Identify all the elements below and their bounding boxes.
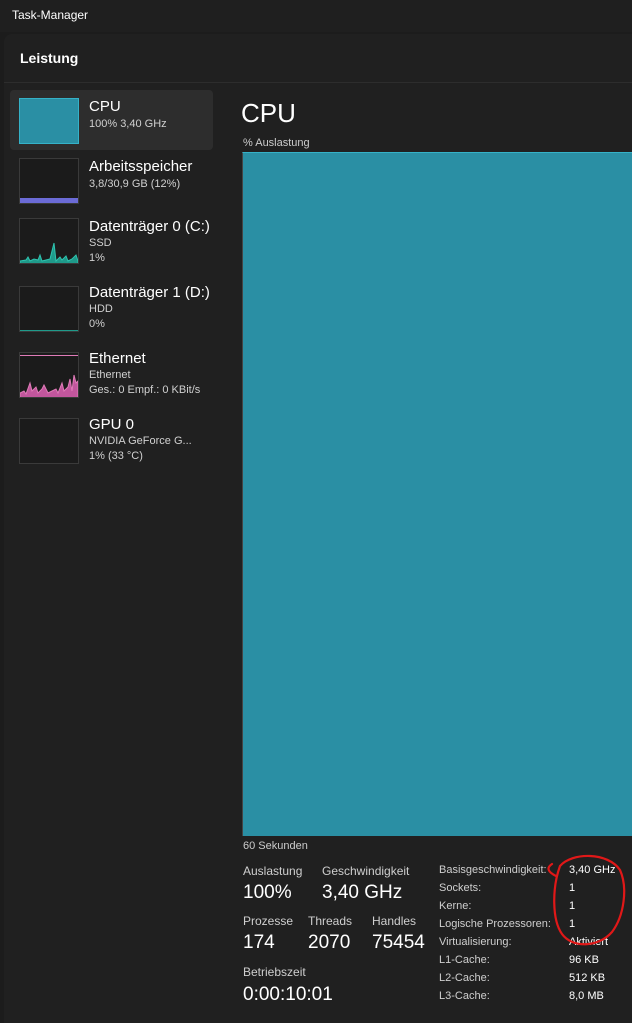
- spec-value-virtualization: Aktiviert: [569, 936, 609, 948]
- sidebar-item-title: Ethernet: [89, 350, 146, 367]
- sidebar-item-disk-1[interactable]: Datenträger 1 (D:) HDD 0%: [10, 280, 213, 344]
- spec-label-virtualization: Virtualisierung:: [439, 936, 512, 948]
- sidebar-item-ethernet[interactable]: Ethernet Ethernet Ges.: 0 Empf.: 0 KBit/…: [10, 346, 213, 410]
- disk-0-thumbnail-graph: [19, 218, 79, 264]
- spec-label-cores: Kerne:: [439, 900, 472, 912]
- window-title: Task-Manager: [12, 8, 89, 22]
- sidebar-item-type: Ethernet: [89, 369, 131, 381]
- sidebar-item-title: Datenträger 1 (D:): [89, 284, 210, 301]
- title-bar: Task-Manager: [0, 0, 632, 32]
- spec-value-l3-cache: 8,0 MB: [569, 990, 604, 1002]
- gpu-thumbnail-graph: [19, 418, 79, 464]
- sidebar-item-detail: 3,8/30,9 GB (12%): [89, 178, 181, 190]
- sidebar-item-memory[interactable]: Arbeitsspeicher 3,8/30,9 GB (12%): [10, 152, 213, 212]
- speed-value: 3,40 GHz: [322, 882, 403, 903]
- graph-y-label: % Auslastung: [243, 137, 310, 149]
- handles-value: 75454: [372, 932, 425, 953]
- processes-label: Prozesse: [243, 914, 294, 928]
- cpu-thumbnail-graph: [19, 98, 79, 144]
- sidebar-item-detail: 100% 3,40 GHz: [89, 118, 167, 130]
- sidebar-item-type: NVIDIA GeForce G...: [89, 435, 192, 447]
- sidebar-item-detail: 1% (33 °C): [89, 450, 143, 462]
- page-title: Leistung: [20, 50, 79, 66]
- sidebar-item-type: SSD: [89, 237, 112, 249]
- sidebar-item-disk-0[interactable]: Datenträger 0 (C:) SSD 1%: [10, 214, 213, 278]
- threads-value: 2070: [308, 932, 351, 953]
- processes-value: 174: [243, 932, 275, 953]
- spec-value-l2-cache: 512 KB: [569, 972, 606, 984]
- sidebar-item-title: Arbeitsspeicher: [89, 158, 193, 175]
- spec-label-sockets: Sockets:: [439, 882, 482, 894]
- spec-value-logical-processors: 1: [569, 918, 576, 930]
- utilization-label: Auslastung: [243, 864, 303, 878]
- spec-label-l1-cache: L1-Cache:: [439, 954, 490, 966]
- threads-label: Threads: [308, 914, 353, 928]
- spec-label-l2-cache: L2-Cache:: [439, 972, 490, 984]
- spec-label-logical-processors: Logische Prozessoren:: [439, 918, 551, 930]
- sidebar-item-title: Datenträger 0 (C:): [89, 218, 210, 235]
- uptime-value: 0:00:10:01: [243, 984, 333, 1005]
- speed-label: Geschwindigkeit: [322, 864, 410, 878]
- sidebar-item-title: CPU: [89, 98, 121, 115]
- sidebar-item-title: GPU 0: [89, 416, 135, 433]
- spec-label-l3-cache: L3-Cache:: [439, 990, 490, 1002]
- graph-time-label: 60 Sekunden: [243, 840, 308, 852]
- page-header: Leistung: [4, 34, 632, 83]
- sidebar-item-detail: 0%: [89, 318, 105, 330]
- sidebar-item-gpu-0[interactable]: GPU 0 NVIDIA GeForce G... 1% (33 °C): [10, 412, 213, 476]
- spec-value-l1-cache: 96 KB: [569, 954, 599, 966]
- disk-1-thumbnail-graph: [19, 286, 79, 332]
- sidebar-item-detail: 1%: [89, 252, 105, 264]
- uptime-label: Betriebszeit: [243, 965, 306, 979]
- spec-value-base-speed: 3,40 GHz: [569, 864, 616, 876]
- spec-label-base-speed: Basisgeschwindigkeit:: [439, 864, 547, 876]
- spec-value-cores: 1: [569, 900, 576, 912]
- sidebar-item-detail: Ges.: 0 Empf.: 0 KBit/s: [89, 384, 201, 396]
- cpu-utilization-graph: [242, 152, 632, 836]
- sidebar-item-cpu[interactable]: CPU 100% 3,40 GHz: [10, 90, 213, 150]
- utilization-value: 100%: [243, 882, 292, 903]
- spec-value-sockets: 1: [569, 882, 576, 894]
- sidebar-item-type: HDD: [89, 303, 113, 315]
- memory-thumbnail-graph: [19, 158, 79, 204]
- performance-title: CPU: [241, 98, 296, 128]
- ethernet-thumbnail-graph: [19, 352, 79, 398]
- handles-label: Handles: [372, 914, 417, 928]
